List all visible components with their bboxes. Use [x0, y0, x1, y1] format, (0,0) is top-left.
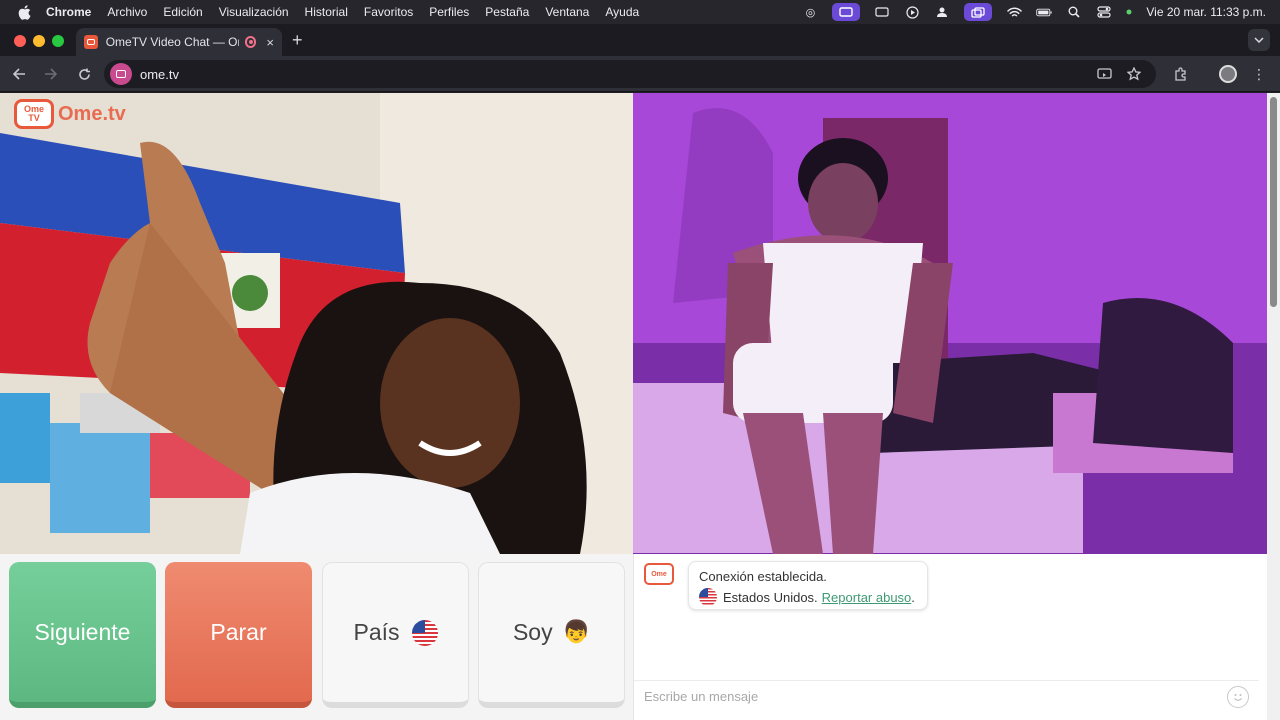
us-flag-icon — [411, 619, 438, 646]
partner-country-line: Estados Unidos. Reportar abuso . — [699, 588, 917, 606]
apple-menu-icon[interactable] — [16, 4, 32, 20]
menu-visualizacion[interactable]: Visualización — [219, 5, 289, 19]
browser-toolbar: ome.tv — [0, 56, 1280, 92]
tab-search-chevron-icon[interactable] — [1248, 29, 1270, 51]
ometv-page: Ome TV Ome.tv Siguiente Parar País Soy 👦… — [0, 93, 1280, 720]
message-composer — [634, 680, 1259, 714]
stop-button-label: Parar — [210, 618, 267, 645]
window-mirror-icon[interactable] — [964, 3, 993, 21]
ometv-chat-logo-icon: Ome — [644, 563, 674, 585]
message-input[interactable] — [644, 689, 1204, 704]
chat-logo-text: Ome — [651, 570, 667, 578]
wifi-icon[interactable] — [1006, 5, 1022, 19]
boy-emoji-icon: 👦 — [562, 620, 591, 645]
macos-menubar: Chrome Archivo Edición Visualización His… — [0, 0, 1280, 24]
profile-avatar[interactable] — [1219, 65, 1237, 83]
report-abuse-link[interactable]: Reportar abuso — [822, 590, 912, 605]
menu-favoritos[interactable]: Favoritos — [364, 5, 413, 19]
logo-badge-text: Ome TV — [24, 105, 44, 123]
menu-archivo[interactable]: Archivo — [107, 5, 147, 19]
cast-screen-icon[interactable] — [1096, 66, 1112, 82]
user-icon[interactable] — [934, 5, 950, 19]
window-zoom-button[interactable] — [52, 35, 64, 47]
screen-share-icon[interactable] — [832, 3, 861, 21]
card-icon[interactable] — [874, 5, 890, 19]
browser-tabbar: OmeTV Video Chat — Ome × + — [0, 24, 1280, 56]
play-icon[interactable] — [904, 5, 920, 19]
gender-button-label: Soy — [512, 619, 553, 645]
local-video-feed: Ome TV Ome.tv — [0, 93, 633, 554]
scrollbar-thumb[interactable] — [1270, 97, 1277, 307]
browser-menu-kebab-icon[interactable]: ⋮ — [1252, 66, 1266, 83]
tab-close-button[interactable]: × — [266, 35, 274, 50]
logo-badge-line2: TV — [28, 113, 40, 123]
remote-video-scene — [633, 93, 1267, 554]
ometv-logo-text: Ome.tv — [58, 102, 126, 125]
browser-tab-ometv[interactable]: OmeTV Video Chat — Ome × — [76, 28, 282, 56]
menu-pestana[interactable]: Pestaña — [485, 5, 529, 19]
menu-ventana[interactable]: Ventana — [545, 5, 589, 19]
new-tab-button[interactable]: + — [292, 31, 303, 49]
next-button[interactable]: Siguiente — [9, 562, 156, 708]
recording-indicator-icon — [244, 36, 257, 48]
remote-video-feed — [633, 93, 1267, 554]
window-minimize-button[interactable] — [33, 35, 45, 47]
country-button-label: País — [353, 619, 400, 645]
back-arrow-icon[interactable] — [9, 64, 29, 84]
window-close-button[interactable] — [14, 35, 26, 47]
system-message-bubble: Conexión establecida. Estados Unidos. Re… — [688, 561, 928, 610]
site-camera-icon[interactable] — [110, 63, 132, 85]
menu-app-name[interactable]: Chrome — [46, 5, 91, 19]
address-bar-url[interactable]: ome.tv — [140, 67, 179, 82]
address-bar[interactable]: ome.tv — [104, 60, 1156, 88]
ometv-favicon-icon — [84, 35, 98, 49]
partner-country-text: Estados Unidos. — [723, 589, 818, 605]
menubar-clock[interactable]: Vie 20 mar. 11:33 p.m. — [1146, 5, 1266, 19]
bookmark-star-icon[interactable] — [1126, 66, 1142, 82]
siri-dot-icon[interactable] — [1126, 5, 1132, 19]
vpn-globe-icon[interactable]: ◎ — [802, 5, 818, 19]
next-button-label: Siguiente — [34, 618, 131, 645]
chat-controls: Siguiente Parar País Soy 👦 — [0, 554, 633, 720]
emoji-picker-icon[interactable] — [1227, 686, 1249, 708]
ometv-logo[interactable]: Ome TV Ome.tv — [14, 99, 126, 129]
gender-select-button[interactable]: Soy 👦 — [478, 562, 625, 708]
report-link-suffix: . — [911, 589, 915, 605]
page-scrollbar[interactable] — [1267, 93, 1280, 720]
connection-status-text: Conexión establecida. — [699, 569, 827, 584]
local-video-scene — [0, 93, 633, 554]
stop-button[interactable]: Parar — [165, 562, 312, 708]
menu-edicion[interactable]: Edición — [163, 5, 202, 19]
country-filter-button[interactable]: País — [322, 562, 469, 708]
spotlight-search-icon[interactable] — [1066, 5, 1082, 19]
control-center-icon[interactable] — [1096, 5, 1112, 19]
tab-title: OmeTV Video Chat — Ome — [105, 35, 239, 49]
ometv-tv-logo-icon: Ome TV — [14, 99, 54, 129]
battery-icon[interactable] — [1036, 5, 1053, 19]
menu-perfiles[interactable]: Perfiles — [429, 5, 469, 19]
us-flag-small-icon — [699, 588, 717, 606]
menu-historial[interactable]: Historial — [305, 5, 348, 19]
chat-panel: Ome Conexión establecida. Estados Unidos… — [633, 554, 1259, 720]
menu-ayuda[interactable]: Ayuda — [605, 5, 639, 19]
forward-arrow-icon[interactable] — [40, 64, 60, 84]
extensions-puzzle-icon[interactable] — [1172, 66, 1188, 82]
reload-icon[interactable] — [74, 64, 94, 84]
